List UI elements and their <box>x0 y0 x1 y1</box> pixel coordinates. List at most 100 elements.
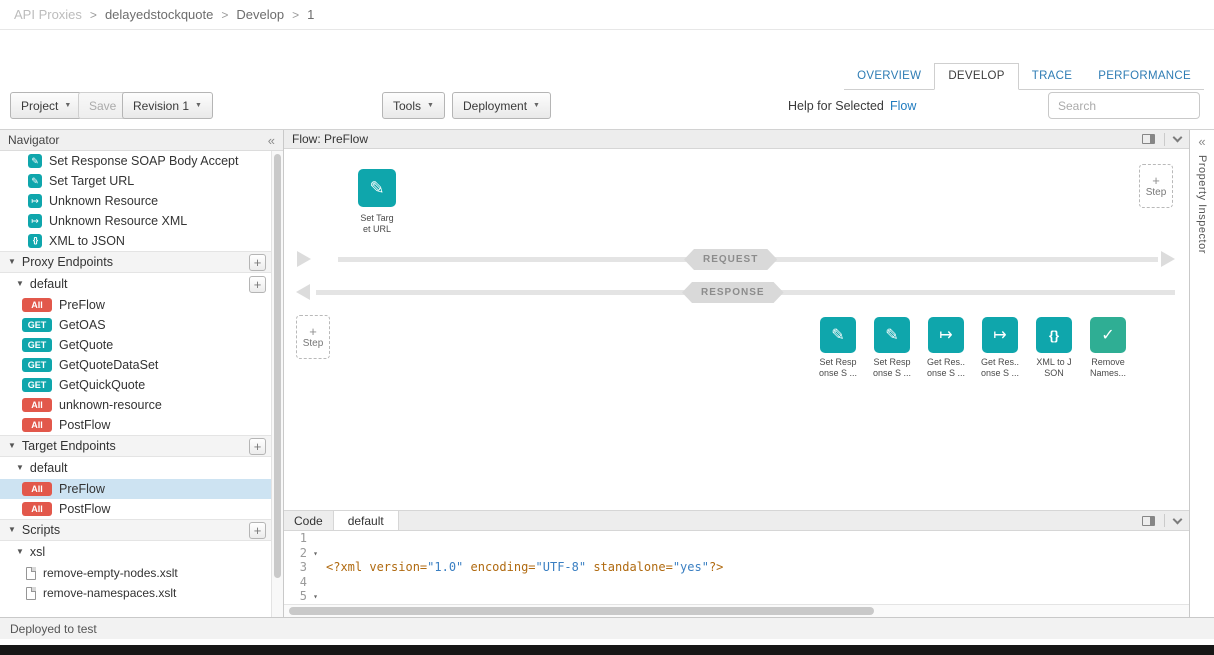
split-panel-icon[interactable] <box>1142 516 1155 526</box>
proxy-flow-getoas[interactable]: GET GetOAS <box>0 315 271 335</box>
collapse-panel-icon[interactable]: « <box>268 134 275 147</box>
tab-overview[interactable]: OVERVIEW <box>844 64 934 89</box>
script-file[interactable]: remove-namespaces.xslt <box>0 583 271 603</box>
breadcrumb-api-proxies[interactable]: API Proxies <box>14 7 82 22</box>
split-panel-icon[interactable] <box>1142 134 1155 144</box>
add-step-button[interactable]: + Step <box>1139 164 1173 208</box>
line-number: 4 <box>300 575 307 589</box>
policy-item[interactable]: ✎ Set Response SOAP Body Accept <box>0 151 271 171</box>
pencil-icon: ✎ <box>885 325 898 345</box>
step-label: Step <box>1146 187 1167 198</box>
revision-menu-button[interactable]: Revision 1 ▼ <box>122 92 213 119</box>
code-content[interactable]: <?xml version="1.0" encoding="UTF-8" sta… <box>320 531 1189 604</box>
policy-set-response-1[interactable]: ✎ <box>820 317 856 353</box>
policy-item[interactable]: {} XML to JSON <box>0 231 271 251</box>
flow-label: PostFlow <box>59 418 110 432</box>
section-proxy-endpoints[interactable]: ▼ Proxy Endpoints + <box>0 251 271 273</box>
target-flow-postflow[interactable]: All PostFlow <box>0 499 271 519</box>
policy-get-response-1[interactable]: ↦ <box>928 317 964 353</box>
fold-icon[interactable]: ▾ <box>313 547 318 562</box>
breadcrumb-separator: > <box>90 8 97 22</box>
scrollbar-thumb[interactable] <box>274 154 281 578</box>
line-number: 2 <box>300 546 307 560</box>
tab-develop[interactable]: DEVELOP <box>934 63 1018 90</box>
policy-item[interactable]: ✎ Set Target URL <box>0 171 271 191</box>
pencil-icon: ✎ <box>28 154 42 168</box>
flow-label: PreFlow <box>59 298 105 312</box>
project-menu-button[interactable]: Project ▼ <box>10 92 82 119</box>
save-button[interactable]: Save <box>78 92 127 119</box>
add-target-endpoint-button[interactable]: + <box>249 438 266 455</box>
flow-panel-header: Flow: PreFlow <box>284 130 1189 149</box>
deployment-menu-button[interactable]: Deployment ▼ <box>452 92 551 119</box>
tab-performance[interactable]: PERFORMANCE <box>1085 64 1204 89</box>
proxy-flow-getquote[interactable]: GET GetQuote <box>0 335 271 355</box>
target-endpoint-default[interactable]: ▼ default <box>0 457 271 479</box>
chevron-down-icon: ▼ <box>427 102 434 109</box>
scripts-group-xsl[interactable]: ▼ xsl <box>0 541 271 563</box>
method-badge: GET <box>22 378 52 392</box>
fold-icon[interactable]: ▾ <box>313 590 318 604</box>
deployment-menu-label: Deployment <box>463 99 527 113</box>
proxy-flow-getquickquote[interactable]: GET GetQuickQuote <box>0 375 271 395</box>
endpoint-name: default <box>30 461 266 475</box>
navigator-panel: Navigator « ✎ Set Response SOAP Body Acc… <box>0 130 284 617</box>
add-proxy-endpoint-button[interactable]: + <box>249 254 266 271</box>
proxy-flow-unknown-resource[interactable]: All unknown-resource <box>0 395 271 415</box>
flow-header-icons <box>1142 133 1181 146</box>
breadcrumb-proxy-name[interactable]: delayedstockquote <box>105 7 213 22</box>
scrollbar-thumb[interactable] <box>289 607 874 615</box>
navigator-scrollbar <box>271 151 283 617</box>
line-number: 1 <box>300 531 307 545</box>
code-editor: 1 2▾ 3 4 5▾ <?xml version="1.0" encoding… <box>284 531 1189 604</box>
policy-remove-namespaces[interactable]: ✓ <box>1090 317 1126 353</box>
add-step-button[interactable]: + Step <box>296 315 330 359</box>
policy-xml-to-json[interactable]: {} <box>1036 317 1072 353</box>
proxy-flow-preflow[interactable]: All PreFlow <box>0 295 271 315</box>
step-label: Step <box>303 338 324 349</box>
braces-icon: {} <box>28 234 42 248</box>
method-badge: GET <box>22 358 52 372</box>
request-arrow-end-icon <box>1161 251 1175 267</box>
flow-label: GetQuickQuote <box>59 378 145 392</box>
script-file[interactable]: remove-empty-nodes.xslt <box>0 563 271 583</box>
toolbar: Project ▼ Save Revision 1 ▼ Tools ▼ Depl… <box>0 92 1214 122</box>
plus-icon: + <box>309 326 317 337</box>
file-name: remove-namespaces.xslt <box>43 586 176 600</box>
policy-get-response-2[interactable]: ↦ <box>982 317 1018 353</box>
file-name: remove-empty-nodes.xslt <box>43 566 178 580</box>
braces-icon: {} <box>1049 328 1059 343</box>
proxy-endpoint-default[interactable]: ▼ default + <box>0 273 271 295</box>
breadcrumb-develop[interactable]: Develop <box>236 7 284 22</box>
tools-menu-button[interactable]: Tools ▼ <box>382 92 445 119</box>
policy-item[interactable]: ↦ Unknown Resource <box>0 191 271 211</box>
collapse-panel-chevron-icon[interactable] <box>1173 514 1183 524</box>
triangle-down-icon: ▼ <box>16 548 24 556</box>
collapse-panel-chevron-icon[interactable] <box>1173 133 1183 143</box>
policy-label: Set Resp onse S ... <box>864 357 920 379</box>
add-script-button[interactable]: + <box>249 522 266 539</box>
request-arrow-start-icon <box>297 251 311 267</box>
revision-menu-label: Revision 1 <box>133 99 189 113</box>
header: OVERVIEW DEVELOP TRACE PERFORMANCE Proje… <box>0 30 1214 130</box>
code-gutter: 1 2▾ 3 4 5▾ <box>284 531 320 604</box>
endpoint-name: default <box>30 277 249 291</box>
policy-set-target-url[interactable]: ✎ <box>358 169 396 207</box>
chevron-down-icon: ▼ <box>64 102 71 109</box>
resource-callout-icon: ↦ <box>28 214 42 228</box>
code-tab-default[interactable]: default <box>333 511 399 530</box>
proxy-flow-postflow[interactable]: All PostFlow <box>0 415 271 435</box>
section-target-endpoints[interactable]: ▼ Target Endpoints + <box>0 435 271 457</box>
tab-trace[interactable]: TRACE <box>1019 64 1085 89</box>
property-inspector-title: Property Inspector <box>1196 155 1208 254</box>
expand-panel-icon[interactable]: « <box>1198 135 1205 148</box>
section-scripts[interactable]: ▼ Scripts + <box>0 519 271 541</box>
target-flow-preflow[interactable]: All PreFlow <box>0 479 271 499</box>
method-badge: GET <box>22 318 52 332</box>
search-input[interactable] <box>1048 92 1200 119</box>
proxy-flow-getquotedataset[interactable]: GET GetQuoteDataSet <box>0 355 271 375</box>
policy-set-response-2[interactable]: ✎ <box>874 317 910 353</box>
add-flow-button[interactable]: + <box>249 276 266 293</box>
policy-item[interactable]: ↦ Unknown Resource XML <box>0 211 271 231</box>
help-flow-link[interactable]: Flow <box>890 99 916 113</box>
